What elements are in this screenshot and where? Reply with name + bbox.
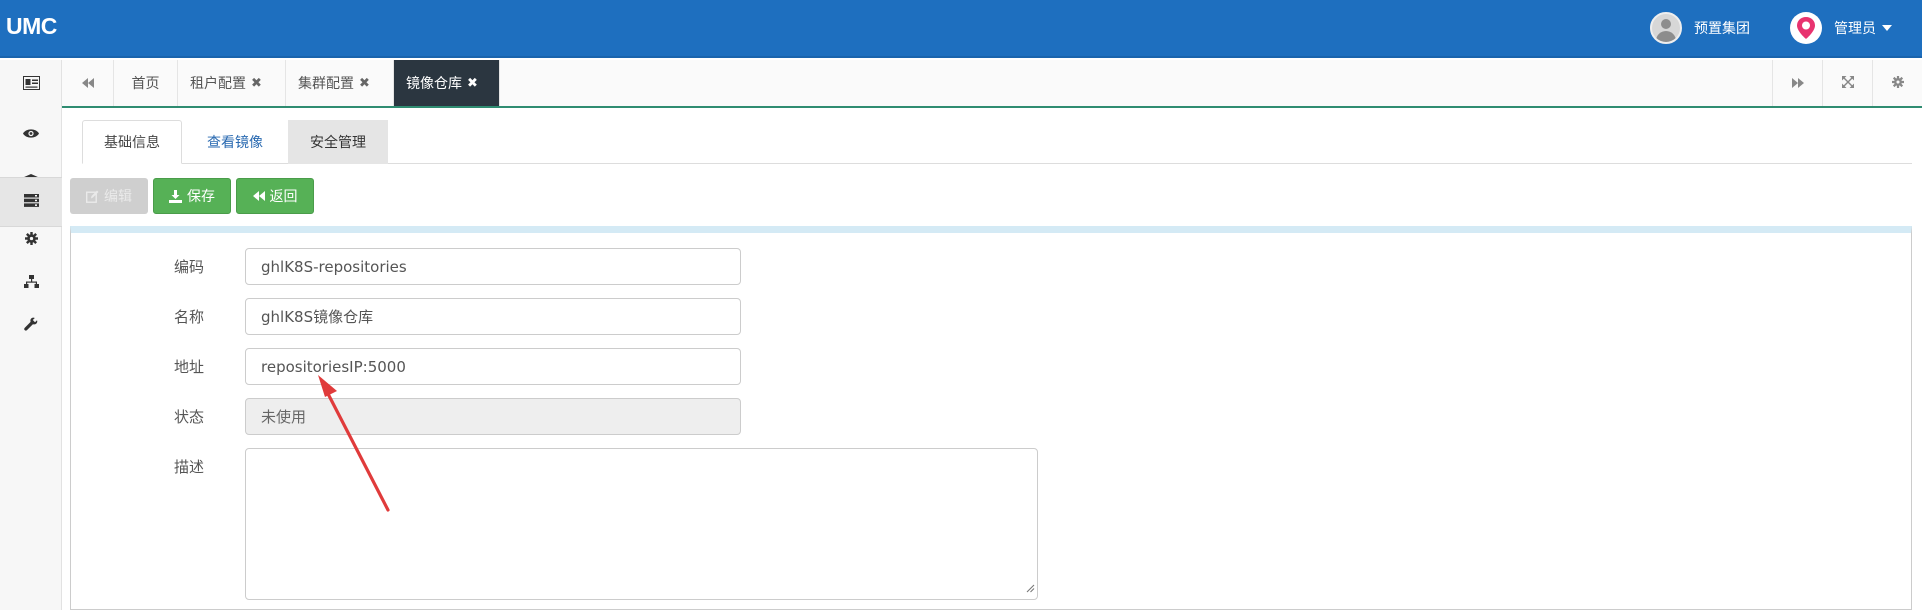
id-card-icon — [22, 76, 40, 94]
eye-icon — [23, 125, 39, 143]
avatar — [1650, 12, 1682, 44]
tab-cluster-config[interactable]: 集群配置 ✖ — [286, 60, 394, 106]
close-icon[interactable]: ✖ — [467, 76, 478, 91]
tab-label: 集群配置 — [298, 76, 354, 92]
save-button[interactable]: 保存 — [153, 178, 231, 214]
tab-basic-info[interactable]: 基础信息 — [82, 120, 182, 164]
tab-home[interactable]: 首页 — [114, 60, 178, 106]
tab-view-images[interactable]: 查看镜像 — [186, 120, 284, 164]
tab-settings-button[interactable] — [1872, 60, 1922, 106]
close-icon[interactable]: ✖ — [251, 76, 262, 91]
tab-label: 基础信息 — [104, 135, 160, 151]
backward-icon — [252, 191, 265, 201]
edit-button-label: 编辑 — [104, 189, 132, 205]
code-label: 编码 — [174, 258, 205, 276]
status-field: 未使用 — [245, 398, 741, 435]
code-input[interactable]: ghlK8S-repositories — [245, 248, 741, 285]
edit-icon — [86, 190, 99, 203]
tabs-scroll-right-button[interactable] — [1772, 60, 1822, 106]
back-button-label: 返回 — [269, 189, 298, 205]
double-chevron-left-icon — [81, 74, 94, 92]
gear-icon — [1891, 74, 1904, 92]
chevron-down-icon — [1882, 25, 1892, 31]
content-tabs: 基础信息 查看镜像 安全管理 — [82, 120, 1912, 164]
sidebar-item-monitor[interactable] — [0, 109, 62, 159]
tabs-scroll-left-button[interactable] — [62, 60, 114, 106]
tab-label: 查看镜像 — [207, 135, 263, 151]
description-textarea[interactable] — [245, 448, 1038, 600]
sidebar-item-profile[interactable] — [0, 60, 62, 110]
top-navbar: UMC 预置集团 管理员 — [0, 0, 1922, 58]
tab-security-management[interactable]: 安全管理 — [288, 120, 388, 164]
fullscreen-button[interactable] — [1822, 60, 1872, 106]
server-icon — [23, 193, 39, 211]
location-pin-icon — [1790, 12, 1822, 44]
tab-label: 租户配置 — [190, 76, 246, 92]
resize-grip-icon[interactable] — [1025, 579, 1035, 597]
name-label: 名称 — [174, 308, 205, 326]
page-tab-bar: 首页 租户配置 ✖ 集群配置 ✖ 镜像仓库 ✖ — [62, 60, 1922, 108]
expand-icon — [1841, 74, 1854, 92]
group-name: 预置集团 — [1694, 21, 1750, 37]
app-logo[interactable]: UMC — [6, 13, 57, 40]
gear-icon — [24, 231, 38, 249]
wrench-icon — [24, 317, 38, 335]
status-label: 状态 — [174, 408, 205, 426]
double-chevron-right-icon — [1791, 74, 1804, 92]
tab-image-registry[interactable]: 镜像仓库 ✖ — [394, 60, 500, 106]
tab-label: 首页 — [131, 76, 160, 92]
edit-button[interactable]: 编辑 — [70, 178, 148, 214]
address-label: 地址 — [174, 358, 205, 376]
user-name: 管理员 — [1834, 21, 1876, 37]
left-sidebar — [0, 60, 62, 610]
tab-tenant-config[interactable]: 租户配置 ✖ — [178, 60, 286, 106]
sidebar-item-tools[interactable] — [0, 301, 62, 351]
description-label: 描述 — [174, 458, 205, 476]
user-menu[interactable]: 管理员 — [1790, 12, 1892, 44]
tab-label: 镜像仓库 — [406, 76, 462, 92]
tab-label: 安全管理 — [310, 135, 366, 151]
download-icon — [169, 189, 182, 203]
sitemap-icon — [23, 274, 39, 292]
back-button[interactable]: 返回 — [236, 178, 314, 214]
group-switcher[interactable]: 预置集团 — [1650, 12, 1750, 44]
address-input[interactable]: repositoriesIP:5000 — [245, 348, 741, 385]
close-icon[interactable]: ✖ — [359, 76, 370, 91]
name-input[interactable]: ghlK8S镜像仓库 — [245, 298, 741, 335]
save-button-label: 保存 — [187, 189, 215, 205]
